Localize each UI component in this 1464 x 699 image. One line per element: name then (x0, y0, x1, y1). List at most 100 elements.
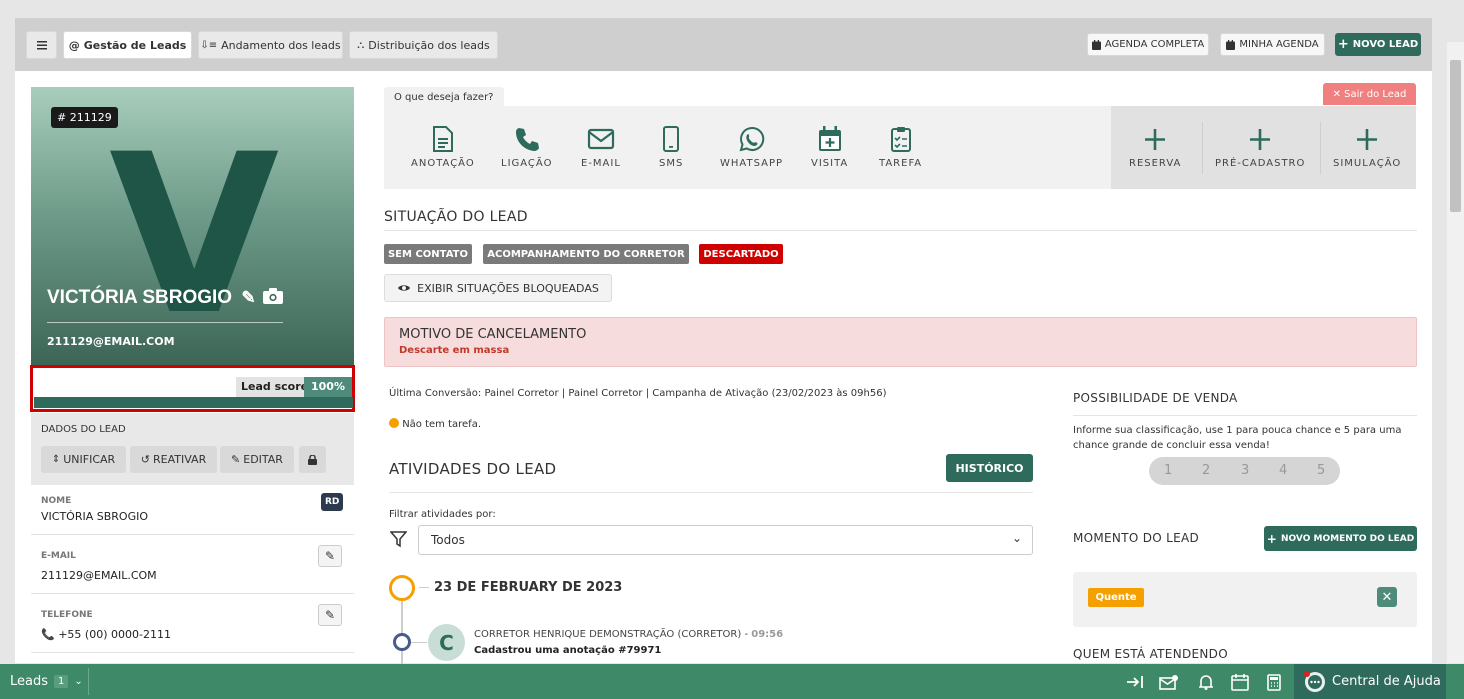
sair-do-lead-button[interactable]: ✕ Sair do Lead (1323, 83, 1416, 105)
actions-extra-bar: RESERVA PRÉ-CADASTRO SIMULAÇÃO (1111, 106, 1416, 189)
button-label: EXIBIR SITUAÇÕES BLOQUEADAS (417, 281, 599, 295)
file-icon (432, 126, 453, 152)
mail-notification-icon[interactable] (1159, 672, 1179, 692)
button-label: UNIFICAR (63, 453, 116, 466)
avatar: C (428, 624, 465, 661)
activity-header: CORRETOR HENRIQUE DEMONSTRAÇÃO (CORRETOR… (474, 629, 783, 640)
rating-5[interactable]: 5 (1317, 463, 1325, 478)
calendar-icon[interactable] (1230, 672, 1250, 692)
tab-andamento-dos-leads[interactable]: ⇩≡ Andamento dos leads (198, 31, 343, 59)
action-tarefa[interactable]: TAREFA (879, 126, 922, 169)
plus-icon: + (1337, 37, 1349, 52)
divider (1073, 415, 1417, 416)
name-divider (47, 322, 283, 323)
sign-in-icon[interactable] (1125, 672, 1145, 692)
edit-email-button[interactable]: ✎ (318, 545, 342, 567)
lead-name-row: VICTÓRIA SBROGIO ✎ (47, 287, 283, 309)
unificar-button[interactable]: ⇕ UNIFICAR (41, 446, 126, 473)
menu-button[interactable] (26, 31, 57, 59)
rating-3[interactable]: 3 (1241, 463, 1249, 478)
action-anotacao[interactable]: ANOTAÇÃO (411, 126, 475, 169)
reativar-button[interactable]: ↺ REATIVAR (130, 446, 217, 473)
atividades-title: ATIVIDADES DO LEAD (389, 460, 557, 478)
remove-momento-button[interactable]: ✕ (1377, 587, 1397, 607)
tag-descartado[interactable]: DESCARTADO (699, 244, 783, 264)
timeline-line (401, 598, 403, 664)
novo-momento-button[interactable]: + NOVO MOMENTO DO LEAD (1264, 526, 1417, 551)
venda-hint: Informe sua classificação, use 1 para po… (1073, 425, 1402, 451)
pencil-icon: ✎ (324, 608, 336, 622)
motivo-title: MOTIVO DE CANCELAMENTO (399, 327, 587, 342)
button-label: REATIVAR (153, 453, 207, 466)
filter-select[interactable]: Todos ⌄ (418, 525, 1033, 555)
hamburger-icon (36, 40, 47, 49)
at-icon: @ (68, 38, 80, 52)
tab-label: Andamento dos leads (221, 38, 341, 52)
action-simulacao[interactable]: SIMULAÇÃO (1333, 126, 1401, 169)
action-label: RESERVA (1129, 158, 1182, 169)
exibir-bloqueadas-button[interactable]: EXIBIR SITUAÇÕES BLOQUEADAS (384, 274, 612, 302)
action-whatsapp[interactable]: WHATSAPP (720, 126, 783, 169)
rating-4[interactable]: 4 (1279, 463, 1287, 478)
divider (88, 668, 89, 695)
calendar-icon (1091, 39, 1101, 50)
bell-icon[interactable] (1196, 672, 1216, 692)
action-label: TAREFA (879, 158, 923, 169)
camera-icon[interactable] (262, 288, 283, 304)
central-de-ajuda-button[interactable]: Central de Ajuda (1294, 664, 1446, 699)
editar-button[interactable]: ✎ EDITAR (220, 446, 294, 473)
action-reserva[interactable]: RESERVA (1129, 126, 1181, 169)
tab-gestao-de-leads[interactable]: @ Gestão de Leads (63, 31, 192, 59)
tag-acompanhamento[interactable]: ACOMPANHAMENTO DO CORRETOR (483, 244, 689, 264)
divider (384, 230, 1417, 231)
timeline-date: 23 DE FEBRUARY DE 2023 (434, 580, 623, 595)
activity-description: Cadastrou uma anotação #79971 (474, 645, 662, 656)
action-label: SMS (659, 158, 684, 169)
leads-label: Leads (10, 674, 49, 689)
edit-telefone-button[interactable]: ✎ (318, 604, 342, 626)
close-icon: ✕ (1332, 88, 1345, 100)
action-label: PRÉ-CADASTRO (1215, 158, 1306, 169)
divider (1202, 122, 1203, 174)
lead-score-bar (34, 397, 353, 408)
novo-lead-button[interactable]: + NOVO LEAD (1335, 33, 1421, 56)
tab-distribuicao-dos-leads[interactable]: ⛬ Distribuição dos leads (349, 31, 498, 59)
merge-icon: ⇕ (51, 454, 61, 465)
action-pre-cadastro[interactable]: PRÉ-CADASTRO (1215, 126, 1305, 169)
chat-icon (1304, 670, 1325, 692)
phone-icon: 📞 (41, 628, 55, 641)
scrollbar-thumb[interactable] (1450, 60, 1461, 212)
calendar-plus-icon (818, 126, 841, 151)
tag-sem-contato[interactable]: SEM CONTATO (384, 244, 472, 264)
lock-button[interactable] (299, 446, 326, 473)
field-nome: NOME VICTÓRIA SBROGIO RD (31, 485, 354, 535)
situacao-title: SITUAÇÃO DO LEAD (384, 209, 528, 225)
button-label: MINHA AGENDA (1239, 39, 1319, 50)
calculator-icon[interactable] (1264, 672, 1284, 692)
button-label: AGENDA COMPLETA (1104, 39, 1205, 50)
pencil-icon[interactable]: ✎ (241, 288, 255, 307)
actions-bar: ANOTAÇÃO LIGAÇÃO E-MAIL SMS WHATSAPP VIS… (384, 106, 1111, 189)
rating-2[interactable]: 2 (1202, 463, 1210, 478)
motivo-cancelamento-box: MOTIVO DE CANCELAMENTO Descarte em massa (384, 317, 1417, 367)
actions-prompt: O que deseja fazer? (384, 87, 504, 107)
leads-dropdown[interactable]: Leads 1 ⌄ (10, 674, 83, 689)
lead-profile-card: V # 211129 VICTÓRIA SBROGIO ✎ 211129@EMA… (31, 87, 354, 365)
lead-name: VICTÓRIA SBROGIO (47, 287, 233, 308)
ajuda-label: Central de Ajuda (1332, 674, 1441, 689)
action-sms[interactable]: SMS (659, 126, 683, 169)
filter-value: Todos (431, 533, 465, 547)
lead-email: 211129@EMAIL.COM (47, 335, 175, 348)
lead-score-label: Lead score (236, 377, 314, 397)
agenda-completa-button[interactable]: AGENDA COMPLETA (1087, 33, 1209, 56)
envelope-icon (587, 128, 615, 150)
minha-agenda-button[interactable]: MINHA AGENDA (1220, 33, 1325, 56)
divider (389, 492, 1033, 493)
rating-1[interactable]: 1 (1164, 463, 1172, 478)
action-email[interactable]: E-MAIL (581, 126, 621, 169)
action-visita[interactable]: VISITA (811, 126, 848, 169)
action-ligacao[interactable]: LIGAÇÃO (501, 126, 552, 169)
pencil-icon: ✎ (324, 549, 336, 563)
historico-button[interactable]: HISTÓRICO (946, 454, 1033, 482)
dados-title: DADOS DO LEAD (41, 424, 126, 435)
